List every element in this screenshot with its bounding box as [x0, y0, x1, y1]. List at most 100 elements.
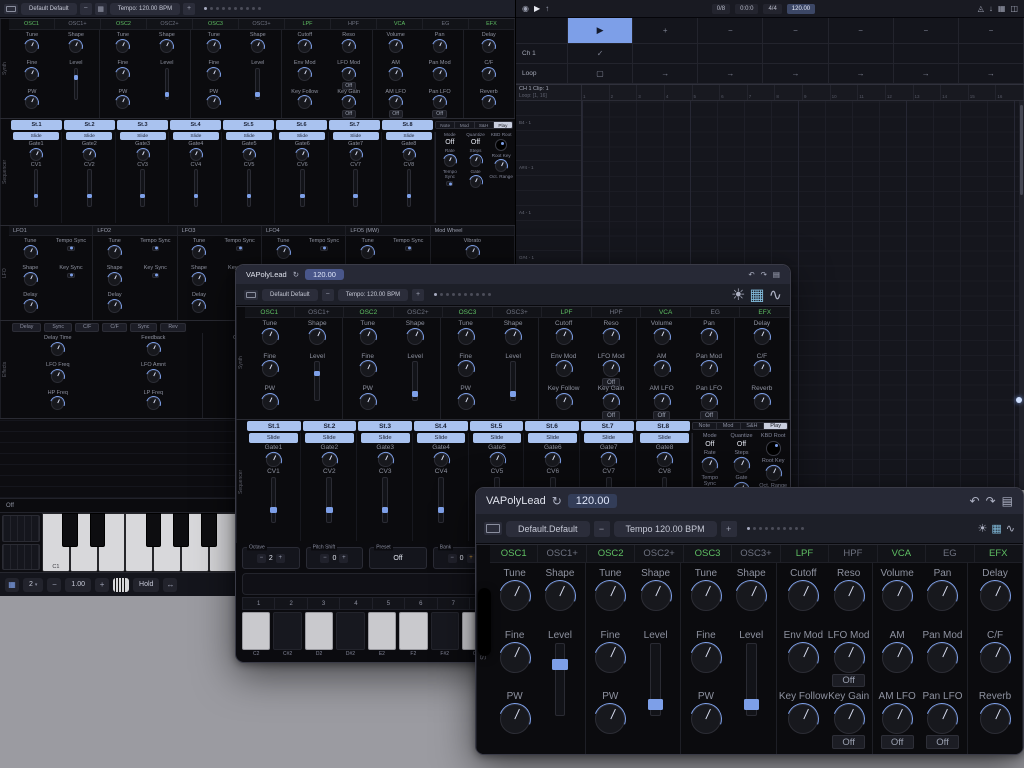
rate-knob[interactable] — [702, 458, 717, 473]
knob-pan-lfo[interactable] — [433, 96, 446, 109]
session-cell[interactable] — [959, 44, 1024, 63]
knob-reso[interactable] — [342, 40, 355, 53]
refresh-icon[interactable]: ↻ — [293, 270, 299, 279]
tempo-display[interactable]: Tempo 120.00 BPM — [614, 521, 717, 537]
redo-icon[interactable]: ↷ — [761, 270, 767, 279]
off-toggle-key-gain[interactable]: Off — [832, 735, 865, 749]
knob-shape[interactable] — [24, 273, 37, 286]
mixer-icon[interactable]: ▦ — [998, 5, 1006, 13]
toggle-tempo-sync[interactable] — [67, 246, 74, 251]
synth-tab-osc2[interactable]: OSC2 — [101, 19, 147, 29]
synth-tab-osc1[interactable]: OSC1+ — [295, 307, 345, 317]
step-st-6[interactable]: St.6 — [276, 120, 327, 130]
synth-tab-osc3[interactable]: OSC3 — [443, 307, 493, 317]
slider-cap[interactable] — [87, 194, 92, 198]
page-dot[interactable] — [446, 293, 449, 296]
page-dot[interactable] — [210, 7, 213, 10]
page-dot[interactable] — [476, 293, 479, 296]
gate-knob[interactable] — [657, 453, 672, 468]
keyboard-toggle-icon[interactable]: ▦ — [991, 522, 1001, 535]
brightness-icon[interactable]: ☀ — [978, 522, 988, 535]
ruler-cell[interactable]: 3 — [637, 85, 665, 100]
gate-knob[interactable] — [434, 453, 449, 468]
knob-shape[interactable] — [108, 273, 121, 286]
slider-cap[interactable] — [648, 699, 663, 709]
knob-fine[interactable] — [207, 68, 220, 81]
preset-selector[interactable]: Default Default — [262, 289, 318, 301]
slider-cap[interactable] — [552, 659, 567, 669]
folder-icon[interactable] — [4, 4, 18, 14]
ruler-cell[interactable]: 5 — [693, 85, 721, 100]
knob-lp-freq[interactable] — [147, 397, 160, 410]
knob-pw[interactable] — [691, 704, 721, 734]
knob-delay[interactable] — [980, 581, 1010, 611]
step-st-4[interactable]: St.4 — [414, 421, 468, 431]
knob-pw[interactable] — [360, 394, 376, 410]
off-toggle-lfo-mod[interactable]: Off — [832, 674, 865, 688]
knob-key-follow[interactable] — [298, 96, 311, 109]
root-key-knob[interactable] — [766, 466, 781, 481]
knob-env-mod[interactable] — [788, 643, 818, 673]
keyboard-toggle-icon[interactable]: ▦ — [749, 285, 764, 305]
synth-tab-osc2[interactable]: OSC2 — [344, 307, 394, 317]
knob-cutoff[interactable] — [556, 329, 572, 345]
waveform-icon[interactable]: ∿ — [769, 285, 782, 305]
page-dots[interactable] — [434, 293, 491, 296]
knob-tune[interactable] — [361, 246, 374, 259]
knob-shape[interactable] — [736, 581, 766, 611]
gate-knob[interactable] — [30, 149, 42, 161]
voices-selector[interactable]: 2▾ — [23, 578, 43, 592]
slide-button[interactable]: Slide — [333, 132, 379, 140]
slide-button[interactable]: Slide — [305, 433, 354, 443]
slide-button[interactable]: Slide — [584, 433, 633, 443]
ruler-cell[interactable]: 11 — [858, 85, 886, 100]
synth-tab-efx[interactable]: EFX — [740, 307, 790, 317]
bpm-badge[interactable]: 120.00 — [305, 269, 344, 280]
knob-key-follow[interactable] — [556, 394, 572, 410]
session-cell[interactable] — [698, 44, 763, 63]
refresh-icon[interactable]: ↻ — [552, 494, 562, 508]
synth-tab-osc2[interactable]: OSC2 — [587, 545, 635, 562]
knob-key-follow[interactable] — [788, 704, 818, 734]
session-cell[interactable] — [829, 44, 894, 63]
session-add-cell[interactable]: − — [894, 18, 959, 43]
synth-tab-hpf[interactable]: HPF — [592, 307, 642, 317]
ruler-cell[interactable]: 16 — [996, 85, 1024, 100]
page-dot[interactable] — [765, 527, 768, 530]
slider-cap[interactable] — [165, 92, 170, 96]
slider-level[interactable] — [314, 361, 320, 400]
knob-pw[interactable] — [500, 704, 530, 734]
brightness-icon[interactable]: ☀ — [731, 285, 745, 305]
slide-button[interactable]: Slide — [226, 132, 272, 140]
session-add-cell[interactable]: + — [633, 18, 698, 43]
session-add-cell[interactable]: − — [698, 18, 763, 43]
cv-slider[interactable] — [194, 169, 199, 207]
knob-shape[interactable] — [407, 329, 423, 345]
page-dot[interactable] — [795, 527, 798, 530]
synth-tab-osc1[interactable]: OSC1+ — [538, 545, 586, 562]
slider-level[interactable] — [412, 361, 418, 400]
pad-number[interactable]: 3 — [308, 597, 340, 610]
knob-lfo-mod[interactable] — [834, 643, 864, 673]
knob-tune[interactable] — [262, 329, 278, 345]
toggle-key-sync[interactable] — [152, 273, 159, 278]
page-dot[interactable] — [234, 7, 237, 10]
knob-am[interactable] — [882, 643, 912, 673]
preset-minus-button[interactable]: − — [594, 521, 610, 537]
knob-c-f[interactable] — [754, 361, 770, 377]
scroll-keys-icon[interactable]: ↔ — [163, 578, 177, 592]
loop-follow-cell[interactable]: → — [698, 64, 763, 83]
knob-tune[interactable] — [24, 246, 37, 259]
knob-c-f[interactable] — [482, 68, 495, 81]
knob-delay[interactable] — [754, 329, 770, 345]
slider-level[interactable] — [510, 361, 516, 400]
seq-tab-play[interactable]: Play — [494, 122, 512, 128]
knob-fine[interactable] — [360, 361, 376, 377]
knob-shape[interactable] — [505, 329, 521, 345]
ruler-cell[interactable]: 10 — [831, 85, 859, 100]
loop-follow-cell[interactable]: → — [959, 64, 1024, 83]
hold-button[interactable]: Hold — [133, 578, 159, 592]
gate-knob[interactable] — [322, 453, 337, 468]
knob-fine[interactable] — [262, 361, 278, 377]
knob-pw[interactable] — [207, 96, 220, 109]
